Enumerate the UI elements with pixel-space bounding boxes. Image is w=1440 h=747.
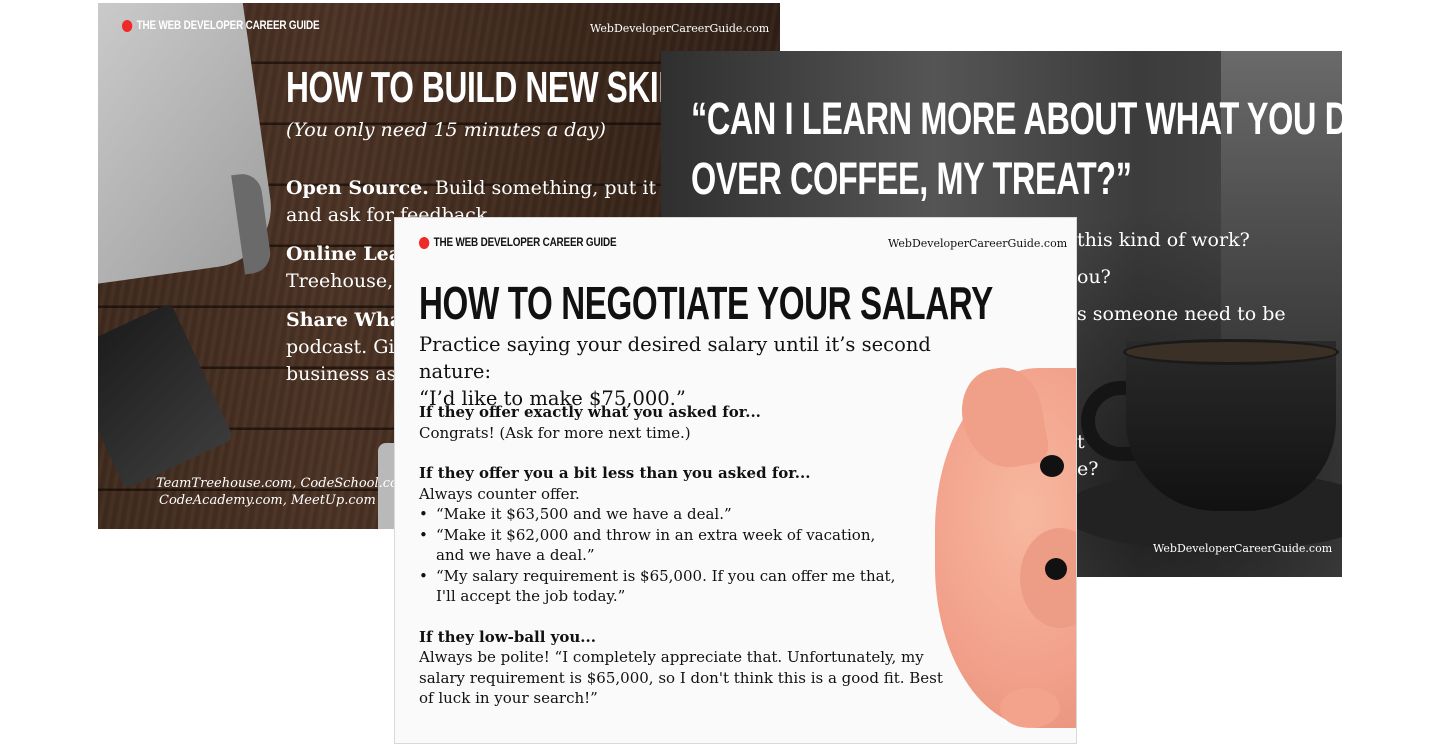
coffee-title-line: OVER COFFEE, MY TREAT?” bbox=[691, 153, 1132, 204]
site-url: WebDeveloperCareerGuide.com bbox=[888, 237, 1068, 250]
skills-item-text: Build something, put it on bbox=[434, 177, 686, 199]
salary-section: If they low-ball you... Always be polite… bbox=[419, 627, 979, 709]
piggy-eye-image bbox=[1045, 558, 1067, 580]
skills-item-text: podcast. Giv bbox=[286, 336, 406, 358]
skills-item-text: business ass bbox=[286, 363, 407, 385]
counter-offer-list: “Make it $63,500 and we have a deal.” “M… bbox=[419, 504, 979, 607]
piggy-leg-image bbox=[1000, 688, 1060, 728]
skills-subtitle: (You only need 15 minutes a day) bbox=[286, 119, 606, 141]
coffee-question: s someone need to be bbox=[1077, 303, 1286, 325]
skills-sources: TeamTreehouse.com, CodeSchool.com, CodeA… bbox=[156, 475, 414, 509]
brand-dot-icon bbox=[122, 20, 133, 32]
coffee-question: t bbox=[1077, 431, 1085, 453]
salary-card: THE WEB DEVELOPER CAREER GUIDE WebDevelo… bbox=[394, 217, 1077, 744]
coffee-surface-image bbox=[1123, 339, 1339, 365]
list-item: “Make it $62,000 and throw in an extra w… bbox=[419, 525, 906, 566]
section-heading: If they low-ball you... bbox=[419, 627, 596, 646]
coffee-question: ou? bbox=[1077, 266, 1111, 288]
section-heading: If they offer you a bit less than you as… bbox=[419, 464, 811, 482]
phone-image bbox=[98, 302, 235, 490]
skills-title: HOW TO BUILD NEW SKILLS bbox=[286, 63, 718, 112]
coffee-title-line: “CAN I LEARN MORE ABOUT WHAT YOU DO bbox=[691, 93, 1342, 144]
brand-logo: THE WEB DEVELOPER CAREER GUIDE bbox=[419, 237, 617, 249]
sources-line: CodeAcademy.com, MeetUp.com bbox=[159, 493, 376, 508]
site-url: WebDeveloperCareerGuide.com bbox=[590, 22, 770, 35]
section-text: Always counter offer. bbox=[419, 484, 580, 503]
sources-line: TeamTreehouse.com, CodeSchool.com, bbox=[156, 476, 415, 491]
skills-item-head: Online Lea bbox=[286, 243, 402, 265]
salary-intro: Practice saying your desired salary unti… bbox=[419, 331, 979, 412]
brand-name: THE WEB DEVELOPER CAREER GUIDE bbox=[136, 20, 320, 32]
brand-dot-icon bbox=[419, 237, 430, 249]
salary-section: If they offer you a bit less than you as… bbox=[419, 463, 979, 607]
piggy-eye-image bbox=[1040, 455, 1064, 477]
coffee-question: this kind of work? bbox=[1077, 229, 1250, 251]
coffee-cup-image bbox=[1126, 341, 1336, 511]
list-item: “Make it $63,500 and we have a deal.” bbox=[419, 504, 979, 525]
salary-section: If they offer exactly what you asked for… bbox=[419, 402, 979, 443]
skills-item-head: Share Wha bbox=[286, 309, 403, 331]
site-url: WebDeveloperCareerGuide.com bbox=[1153, 542, 1333, 555]
section-text: Congrats! (Ask for more next time.) bbox=[419, 423, 691, 442]
coffee-title: “CAN I LEARN MORE ABOUT WHAT YOU DO OVER… bbox=[691, 89, 1342, 209]
salary-title: HOW TO NEGOTIATE YOUR SALARY bbox=[419, 277, 993, 329]
skills-item-text: Treehouse, bbox=[286, 270, 394, 292]
salary-content: If they offer exactly what you asked for… bbox=[419, 402, 979, 729]
brand-logo: THE WEB DEVELOPER CAREER GUIDE bbox=[122, 20, 320, 32]
section-text: Always be polite! “I completely apprecia… bbox=[419, 648, 943, 707]
section-heading: If they offer exactly what you asked for… bbox=[419, 403, 761, 421]
list-item: “My salary requirement is $65,000. If yo… bbox=[419, 566, 896, 607]
coffee-question: e? bbox=[1077, 458, 1099, 480]
intro-line: Practice saying your desired salary unti… bbox=[419, 333, 931, 383]
brand-name: THE WEB DEVELOPER CAREER GUIDE bbox=[433, 237, 617, 249]
skills-item-head: Open Source. bbox=[286, 177, 429, 199]
